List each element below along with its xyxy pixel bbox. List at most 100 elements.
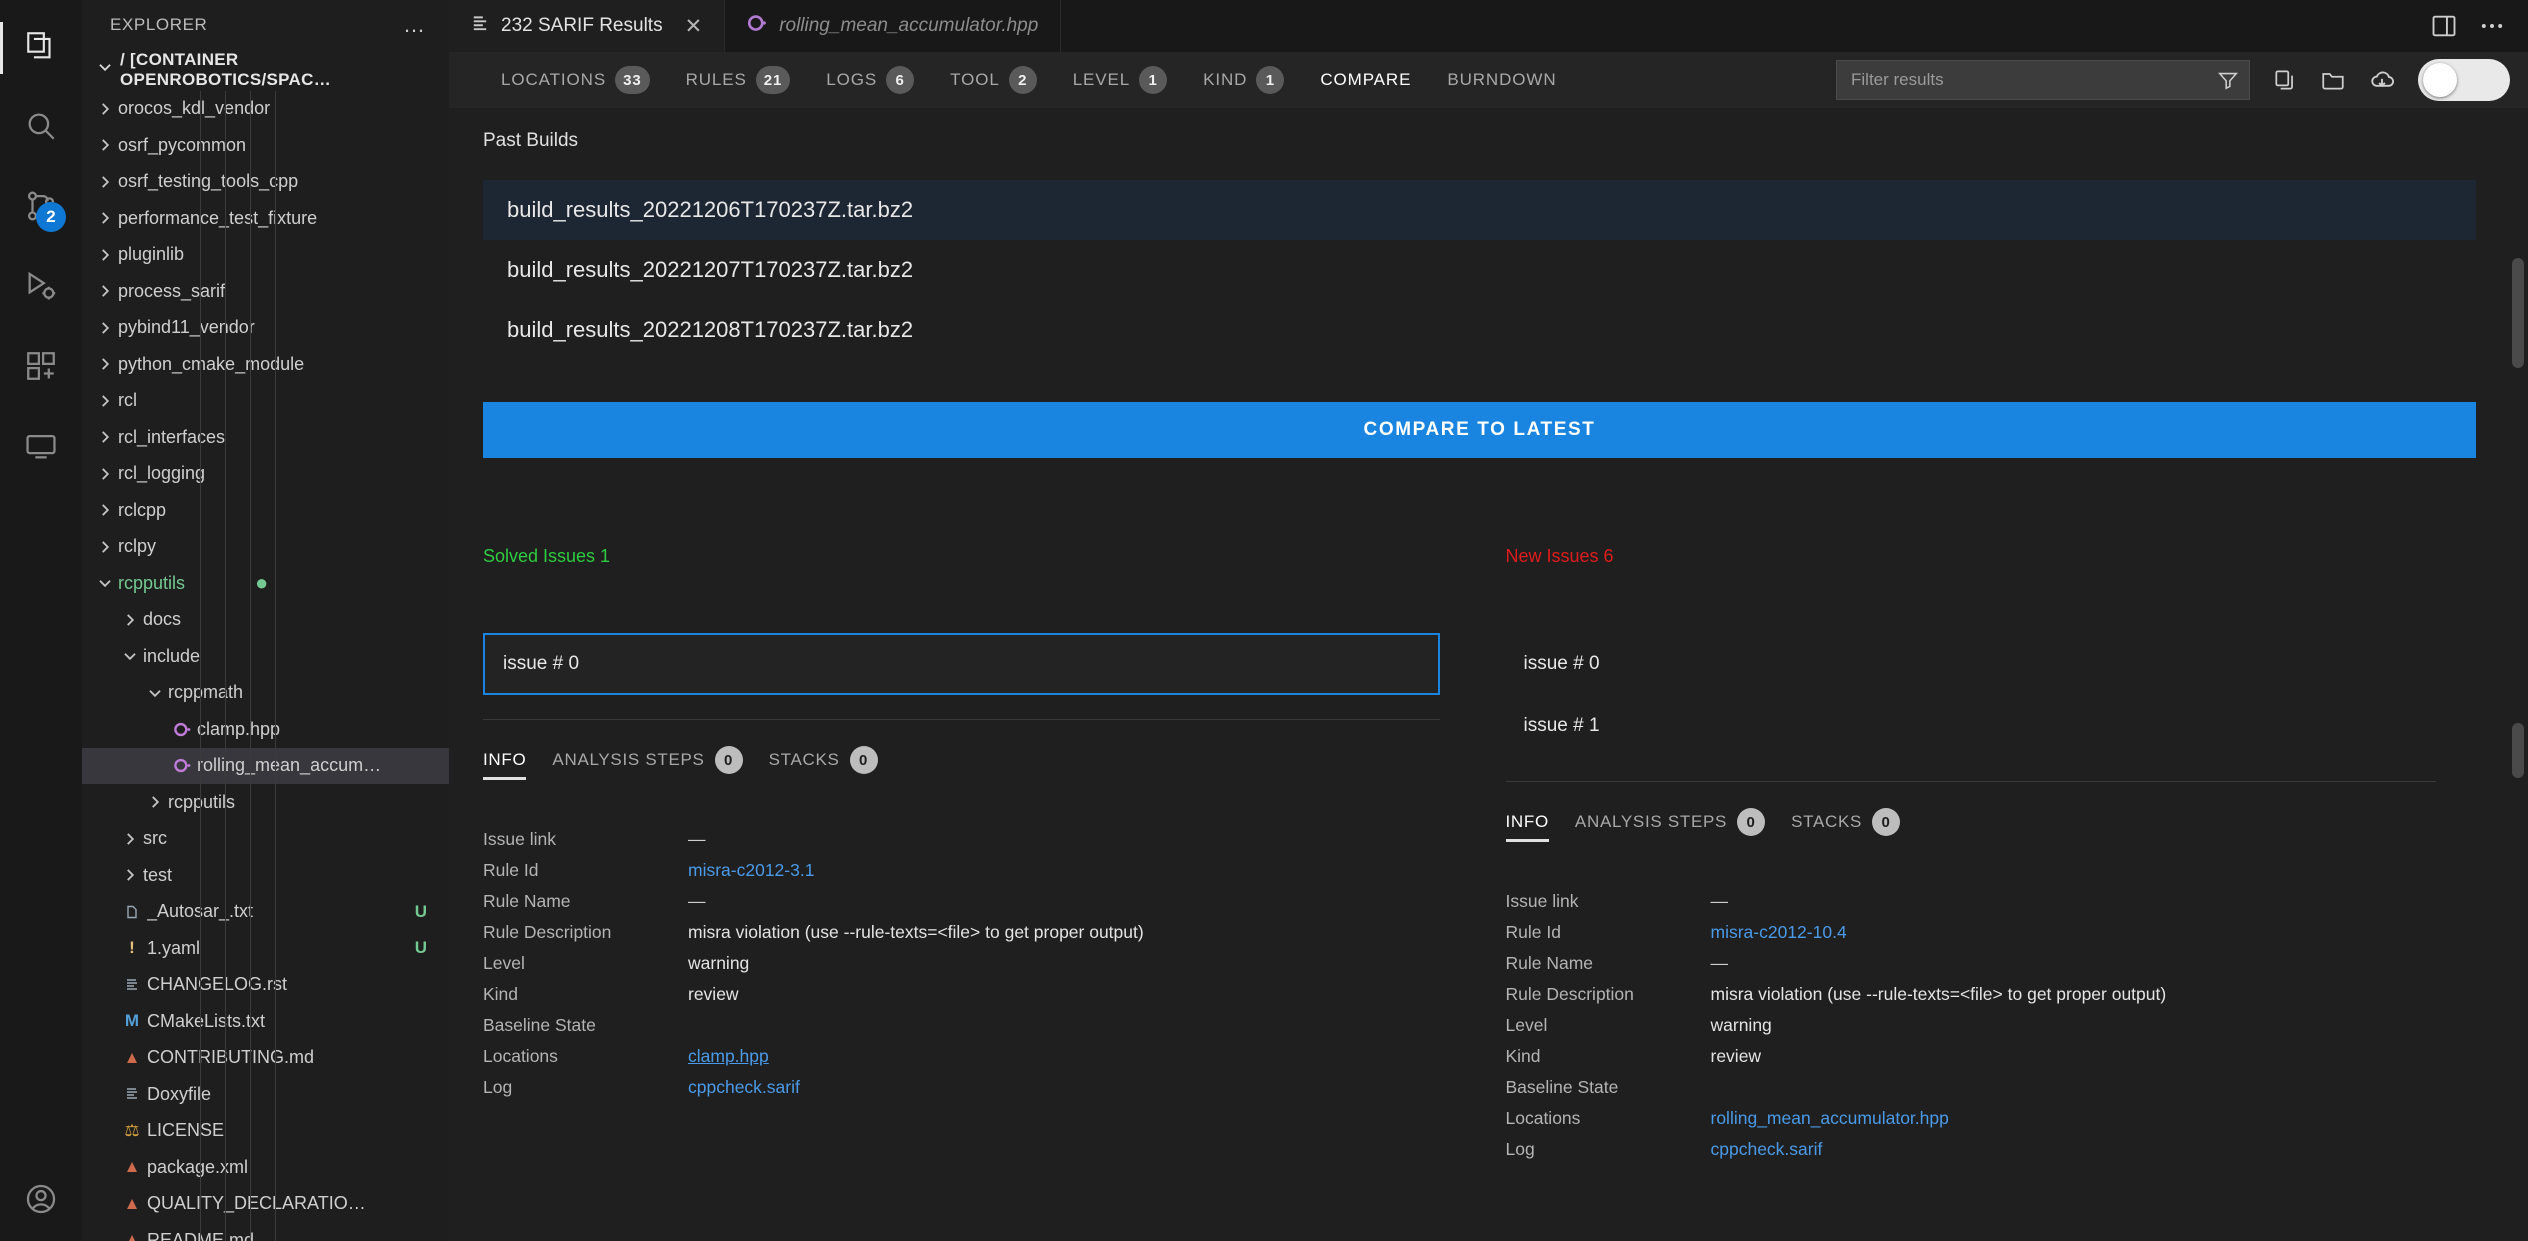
chevron-right-icon [92, 465, 118, 483]
filter-tab-count: 33 [615, 66, 650, 94]
issue-item[interactable]: issue # 1 [1506, 695, 2437, 757]
tree-item[interactable]: src [82, 821, 449, 858]
tree-item[interactable]: ▲ QUALITY_DECLARATIO… [82, 1186, 449, 1223]
theme-toggle[interactable] [2418, 59, 2510, 101]
new-issue-tabs[interactable]: INFO ANALYSIS STEPS 0 STACKS 0 [1505, 781, 2436, 846]
tree-item[interactable]: pybind11_vendor [82, 310, 449, 347]
chevron-right-icon [117, 830, 143, 848]
filter-tab-locations[interactable]: LOCATIONS 33 [483, 52, 668, 108]
file-tree[interactable]: orocos_kdl_vendor osrf_pycommon osrf_testi… [82, 90, 449, 1241]
issue-tab-analysis-steps[interactable]: ANALYSIS STEPS 0 [552, 746, 743, 784]
detail-value[interactable]: misra-c2012-10.4 [1711, 922, 1847, 943]
activity-run-debug-button[interactable] [0, 248, 82, 328]
filter-icon[interactable] [2217, 69, 2239, 91]
activity-remote-explorer-button[interactable] [0, 408, 82, 488]
tree-item[interactable]: rcpputils ● [82, 565, 449, 602]
tree-item[interactable]: rolling_mean_accum… [82, 747, 449, 785]
tree-item-label: docs [143, 609, 182, 630]
filter-tab-logs[interactable]: LOGS 6 [808, 52, 932, 108]
detail-value[interactable]: misra-c2012-3.1 [688, 860, 814, 881]
tab-sarif-results[interactable]: 232 SARIF Results ✕ [449, 0, 726, 52]
tree-item[interactable]: ▲ CONTRIBUTING.md [82, 1040, 449, 1077]
content-scrollbar[interactable] [2512, 258, 2524, 368]
activity-source-control-button[interactable]: 2 [0, 168, 82, 248]
filter-tab-kind[interactable]: KIND 1 [1185, 52, 1302, 108]
tree-item[interactable]: _Autosar_.txt U [82, 894, 449, 931]
issue-tab-info[interactable]: INFO [483, 750, 527, 780]
filter-results-box[interactable] [1836, 60, 2250, 100]
tree-item[interactable]: ▲README.md [82, 1222, 449, 1241]
cloud-download-icon[interactable] [2368, 66, 2396, 94]
detail-value[interactable]: cppcheck.sarif [688, 1077, 800, 1098]
issue-tab-stacks[interactable]: STACKS 0 [769, 746, 878, 784]
detail-row: Locations clamp.hpp [483, 1041, 1440, 1072]
copy-icon[interactable] [2272, 67, 2298, 93]
content-scrollbar-lower[interactable] [2512, 723, 2524, 778]
file-type-icon: ▲ [123, 1157, 141, 1177]
tree-item[interactable]: process_sarif [82, 273, 449, 310]
tree-item[interactable]: rclcpp [82, 492, 449, 529]
issue-panels: Solved Issues 1 issue # 0 INFO ANALYSIS S… [483, 546, 2476, 1165]
tree-item[interactable]: Doxyfile [82, 1076, 449, 1113]
detail-value[interactable]: cppcheck.sarif [1711, 1139, 1823, 1160]
tree-item[interactable]: rcl [82, 383, 449, 420]
tree-item[interactable]: ▲ package.xml [82, 1149, 449, 1186]
tree-item[interactable]: test [82, 857, 449, 894]
filter-tab-tool[interactable]: TOOL 2 [932, 52, 1055, 108]
new-issue-list[interactable]: issue # 0 issue # 1 [1506, 633, 2437, 757]
issue-tab-info[interactable]: INFO [1505, 812, 1550, 842]
tree-item[interactable]: rcl_interfaces [82, 419, 449, 456]
activity-explorer-button[interactable] [0, 8, 82, 88]
build-item[interactable]: build_results_20221207T170237Z.tar.bz2 [483, 240, 2476, 300]
filter-tab-rules[interactable]: RULES 21 [668, 52, 809, 108]
file-type-icon: ▲ [123, 1230, 141, 1241]
compare-to-latest-button[interactable]: COMPARE TO LATEST [483, 402, 2476, 458]
build-item[interactable]: build_results_20221208T170237Z.tar.bz2 [483, 300, 2476, 360]
filter-tab-burndown[interactable]: BURNDOWN [1429, 52, 1574, 108]
activity-accounts-button[interactable] [0, 1161, 82, 1241]
solved-issue-list[interactable]: issue # 0 [483, 633, 1440, 695]
tree-item[interactable]: performance_test_fixture [82, 200, 449, 237]
tree-item[interactable]: pluginlib [82, 237, 449, 274]
folder-open-icon[interactable] [2320, 67, 2346, 93]
issue-item[interactable]: issue # 0 [1506, 633, 2437, 695]
sidebar-more-icon[interactable]: … [403, 12, 427, 38]
tree-item[interactable]: include [82, 638, 449, 675]
activity-extensions-button[interactable] [0, 328, 82, 408]
more-actions-icon[interactable] [2478, 12, 2506, 40]
tree-item[interactable]: rcppmath [82, 675, 449, 712]
tree-item[interactable]: rcl_logging [82, 456, 449, 493]
filter-tab-level[interactable]: LEVEL 1 [1055, 52, 1185, 108]
tree-item[interactable]: CHANGELOG.rst [82, 967, 449, 1004]
tree-item[interactable]: python_cmake_module [82, 346, 449, 383]
detail-value[interactable]: clamp.hpp [688, 1046, 769, 1067]
workspace-root-row[interactable]: / [CONTAINER OPENROBOTICS/SPAC… [82, 49, 449, 90]
tab-close-icon[interactable]: ✕ [685, 14, 703, 39]
activity-search-button[interactable] [0, 88, 82, 168]
detail-row: Log cppcheck.sarif [1506, 1134, 2437, 1165]
tree-item[interactable]: clamp.hpp [82, 711, 449, 748]
filter-tab-label: BURNDOWN [1447, 70, 1557, 89]
detail-value[interactable]: rolling_mean_accumulator.hpp [1711, 1108, 1949, 1129]
tree-item[interactable]: osrf_pycommon [82, 127, 449, 164]
build-item[interactable]: build_results_20221206T170237Z.tar.bz2 [483, 180, 2476, 240]
issue-tab-analysis-steps[interactable]: ANALYSIS STEPS 0 [1575, 808, 1766, 846]
tree-item[interactable]: ⚖ LICENSE [82, 1113, 449, 1150]
filter-tab-compare[interactable]: COMPARE [1302, 52, 1429, 108]
solved-issue-tabs[interactable]: INFO ANALYSIS STEPS 0 STACKS 0 [483, 719, 1440, 784]
filter-results-input[interactable] [1851, 70, 2217, 90]
chevron-right-icon [92, 319, 118, 337]
tree-item[interactable]: docs [82, 602, 449, 639]
detail-key: Locations [1505, 1108, 1581, 1128]
past-builds-list[interactable]: build_results_20221206T170237Z.tar.bz2 bu… [483, 180, 2476, 360]
split-editor-icon[interactable] [2430, 12, 2458, 40]
tab-rolling-mean-accumulator[interactable]: rolling_mean_accumulator.hpp [725, 0, 1062, 52]
tree-item[interactable]: M CMakeLists.txt [82, 1003, 449, 1040]
tree-item[interactable]: rcpputils [82, 784, 449, 821]
tree-item[interactable]: osrf_testing_tools_cpp [82, 164, 449, 201]
tree-item[interactable]: rclpy [82, 529, 449, 566]
issue-tab-stacks[interactable]: STACKS 0 [1791, 808, 1901, 846]
tree-item[interactable]: ! 1.yaml U [82, 930, 449, 967]
issue-item[interactable]: issue # 0 [483, 633, 1440, 695]
tree-item[interactable]: orocos_kdl_vendor [82, 91, 449, 128]
